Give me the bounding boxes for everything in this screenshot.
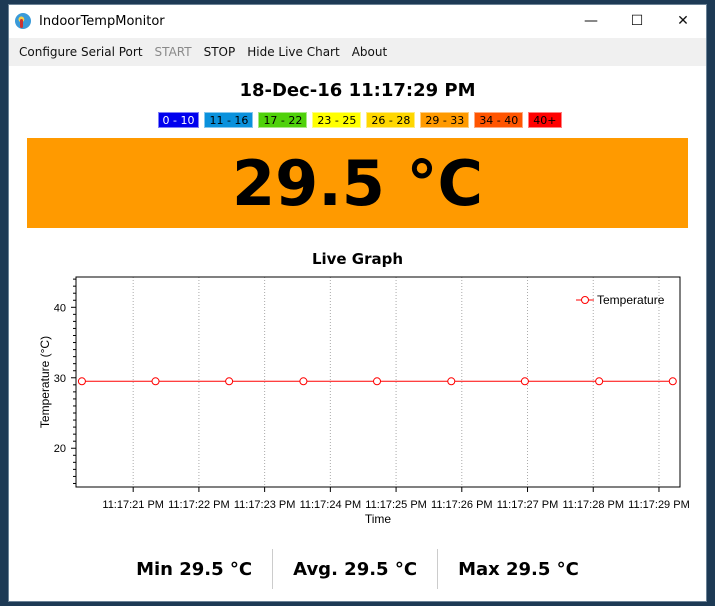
x-tick-label: 11:17:29 PM	[628, 499, 690, 511]
data-point	[77, 377, 86, 386]
live-chart: 11:17:21 PM 11:17:22 PM 11:17:23 PM 11:17:2…	[38, 276, 690, 526]
data-point	[151, 377, 160, 386]
legend-label: Temperature	[597, 293, 665, 307]
x-axis-label: Time	[365, 512, 392, 526]
x-tick-label: 11:17:23 PM	[234, 499, 296, 511]
y-axis-label: Temperature (°C)	[38, 336, 52, 428]
y-tick-label: 30	[54, 373, 66, 385]
x-tick-label: 11:17:28 PM	[562, 499, 624, 511]
x-tick-label: 11:17:27 PM	[497, 499, 559, 511]
data-point	[225, 377, 234, 386]
data-point	[299, 377, 308, 386]
data-point	[373, 377, 382, 386]
x-tick-label: 11:17:25 PM	[365, 499, 427, 511]
x-tick-label: 11:17:24 PM	[300, 499, 362, 511]
data-point	[668, 377, 677, 386]
data-point	[595, 377, 604, 386]
y-tick-label: 40	[54, 302, 66, 314]
x-tick-label: 11:17:26 PM	[431, 499, 493, 511]
data-point	[520, 377, 529, 386]
y-tick-label: 20	[54, 443, 66, 455]
x-tick-label: 11:17:22 PM	[168, 499, 230, 511]
legend-marker	[581, 296, 589, 304]
data-point	[447, 377, 456, 386]
x-tick-label: 11:17:21 PM	[102, 499, 164, 511]
